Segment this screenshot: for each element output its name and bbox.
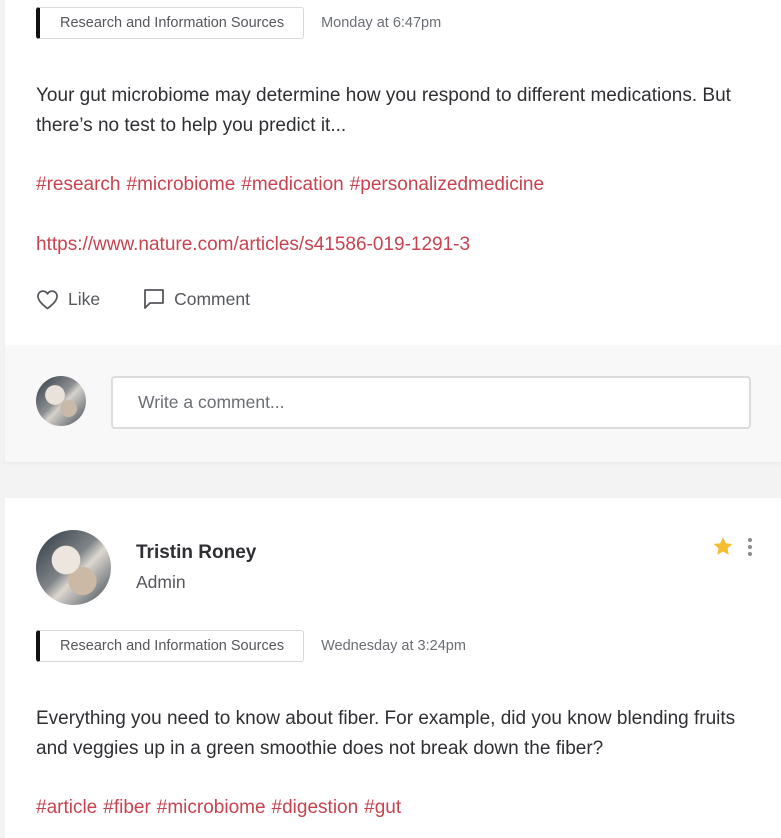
hashtag-link[interactable]: #microbiome [127,174,236,195]
like-button[interactable]: Like [36,289,100,310]
post-actions: Like Comment [36,288,250,310]
hashtag-link[interactable]: #personalizedmedicine [350,174,544,195]
post-timestamp[interactable]: Monday at 6:47pm [321,15,441,31]
hashtag-link[interactable]: #fiber [103,797,151,818]
hashtag-link[interactable]: #digestion [272,797,359,818]
comment-composer [5,345,781,462]
heart-icon [37,289,58,309]
comment-label: Comment [174,288,250,309]
post-card: Research and Information Sources Monday … [5,0,781,462]
hashtag-link[interactable]: #article [36,797,97,818]
comment-button[interactable]: Comment [143,288,250,310]
more-vertical-icon[interactable] [746,538,754,556]
post-body: Everything you need to know about fiber.… [36,708,736,759]
post-meta: Research and Information Sources Wednesd… [36,630,466,662]
post-card: Tristin Roney Admin Research and Informa… [5,498,781,838]
like-label: Like [68,288,101,309]
post-body: Your gut microbiome may determine how yo… [36,85,731,136]
comment-icon [144,289,165,309]
hashtag-list: #article #fiber #microbiome #digestion #gut [36,797,407,819]
author-name[interactable]: Tristin Roney [136,542,256,564]
category-tag[interactable]: Research and Information Sources [36,630,305,662]
hashtag-link[interactable]: #medication [241,174,343,195]
hashtag-link[interactable]: #microbiome [157,797,266,818]
star-icon[interactable] [712,536,734,557]
hashtag-link[interactable]: #gut [364,797,401,818]
comment-input[interactable] [111,376,751,429]
author-avatar[interactable] [36,530,111,605]
hashtag-link[interactable]: #research [36,174,121,195]
post-timestamp[interactable]: Wednesday at 3:24pm [321,638,466,654]
hashtag-list: #research #microbiome #medication #personal… [36,174,550,196]
category-tag[interactable]: Research and Information Sources [36,7,305,39]
author-role: Admin [136,572,186,592]
post-meta: Research and Information Sources Monday … [36,7,441,39]
article-link[interactable]: https://www.nature.com/articles/s41586-0… [36,234,470,256]
avatar [36,376,86,426]
